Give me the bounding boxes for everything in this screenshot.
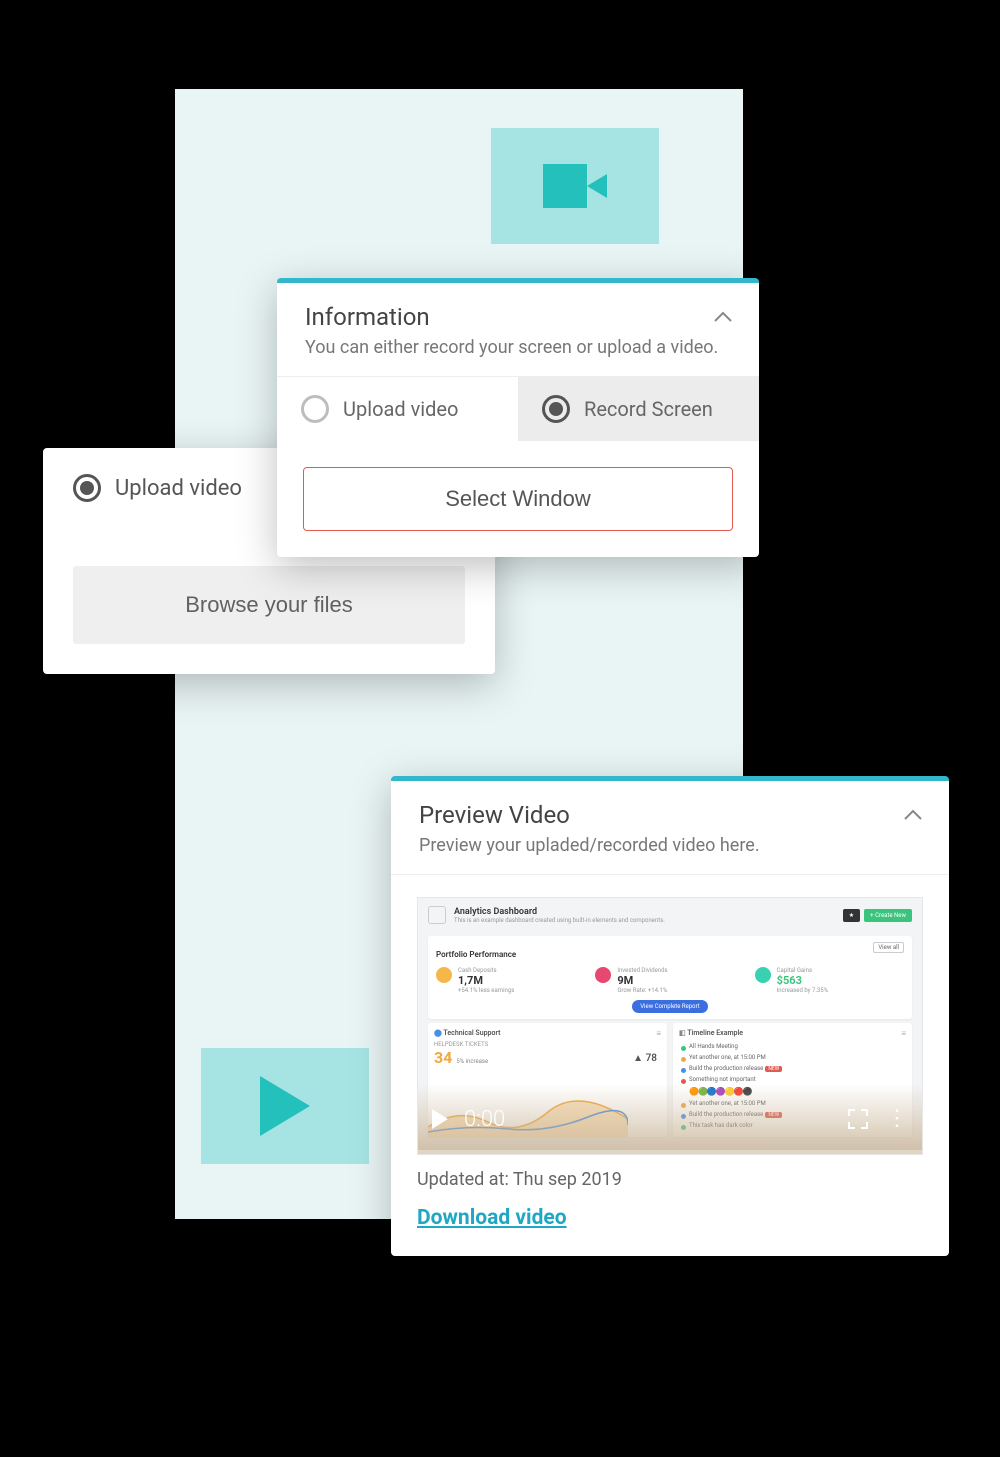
- collapse-icon[interactable]: [901, 803, 925, 827]
- progress-bar[interactable]: [418, 1150, 922, 1154]
- portfolio-heading: Portfolio Performance: [436, 950, 516, 959]
- view-report-button: View Complete Report: [632, 1000, 708, 1013]
- dashboard-logo-icon: [428, 906, 446, 924]
- radio-icon: [301, 395, 329, 423]
- metric-cash: Cash Deposits 1,7M +54.1% less earnings: [436, 967, 585, 994]
- option-upload-label: Upload video: [343, 397, 458, 421]
- play-tile: [201, 1048, 369, 1164]
- hamburger-icon: ≡: [901, 1029, 906, 1038]
- timeline-item: All Hands Meeting: [679, 1041, 906, 1052]
- preview-card: Preview Video Preview your upladed/recor…: [391, 776, 949, 1256]
- option-record-screen[interactable]: Record Screen: [518, 377, 759, 441]
- timeline-item: Yet another one, at 15:00 PM: [679, 1052, 906, 1063]
- star-button: ★: [843, 909, 860, 922]
- select-window-button[interactable]: Select Window: [303, 467, 733, 531]
- information-title: Information: [305, 303, 731, 331]
- information-subtitle: You can either record your screen or upl…: [305, 337, 731, 358]
- metric-dot-icon: [436, 967, 452, 983]
- view-all-button: View all: [873, 942, 904, 953]
- metric-dividends: Invested Dividends 9M Grow Rate: +14.1%: [595, 967, 744, 994]
- fullscreen-icon[interactable]: [848, 1109, 868, 1129]
- video-camera-icon: [543, 164, 607, 208]
- collapse-icon[interactable]: [711, 305, 735, 329]
- video-preview-frame[interactable]: Analytics Dashboard This is an example d…: [417, 897, 923, 1155]
- timeline-item: Build the production releaseNEW: [679, 1063, 906, 1074]
- video-controls: 0:00 ⋮: [418, 1084, 922, 1154]
- playback-time: 0:00: [464, 1107, 505, 1132]
- metric-gains: Capital Gains $563 Increased by 7.35%: [755, 967, 904, 994]
- source-radio-group: Upload video Record Screen: [277, 377, 759, 441]
- video-camera-tile: [491, 128, 659, 244]
- play-icon: [260, 1076, 310, 1136]
- preview-subtitle: Preview your upladed/recorded video here…: [419, 835, 921, 856]
- option-upload-video[interactable]: Upload video: [277, 377, 518, 441]
- browse-files-button[interactable]: Browse your files: [73, 566, 465, 644]
- dashboard-subtitle: This is an example dashboard created usi…: [454, 917, 665, 924]
- more-options-icon[interactable]: ⋮: [886, 1115, 908, 1124]
- information-card: Information You can either record your s…: [277, 278, 759, 557]
- create-new-button: + Create New: [864, 909, 912, 922]
- metric-dot-icon: [595, 967, 611, 983]
- dashboard-title: Analytics Dashboard: [454, 907, 665, 917]
- preview-title: Preview Video: [419, 801, 921, 829]
- hamburger-icon: ≡: [656, 1029, 661, 1038]
- download-video-link[interactable]: Download video: [417, 1206, 567, 1230]
- upload-video-label: Upload video: [115, 476, 242, 501]
- metric-dot-icon: [755, 967, 771, 983]
- updated-at-label: Updated at: Thu sep 2019: [417, 1169, 923, 1190]
- play-button-icon[interactable]: [432, 1109, 448, 1129]
- upload-radio-selected[interactable]: [73, 474, 101, 502]
- radio-icon: [542, 395, 570, 423]
- option-record-label: Record Screen: [584, 397, 713, 421]
